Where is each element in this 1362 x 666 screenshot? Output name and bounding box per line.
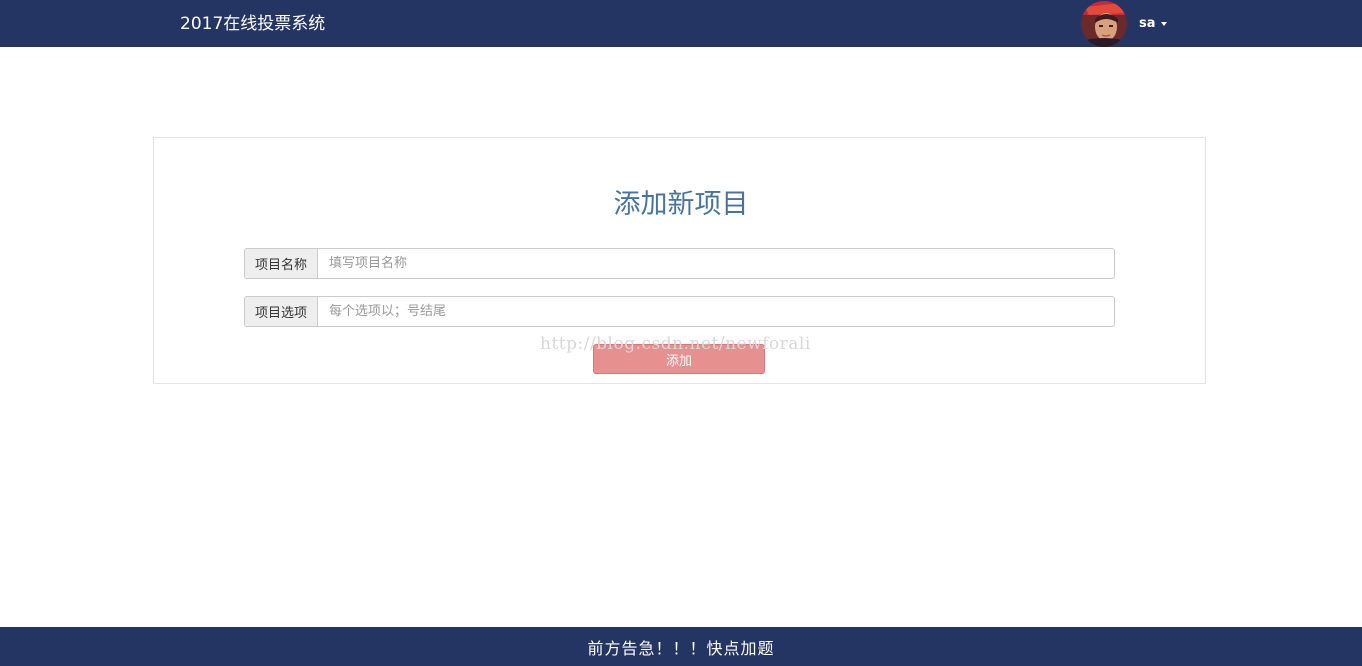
username-label: sa (1139, 16, 1156, 31)
project-options-label: 项目选项 (245, 297, 318, 326)
project-name-label: 项目名称 (245, 249, 318, 278)
project-name-group: 项目名称 (244, 248, 1115, 279)
top-navbar: 2017在线投票系统 sa (0, 0, 1362, 47)
caret-down-icon (1160, 21, 1167, 26)
project-options-input[interactable] (318, 297, 1114, 326)
footer-text: 前方告急！！！快点加题 (587, 638, 775, 658)
project-options-group: 项目选项 (244, 296, 1115, 327)
avatar-image (1081, 0, 1127, 47)
brand-title[interactable]: 2017在线投票系统 (180, 13, 325, 35)
page-title: 添加新项目 (613, 189, 749, 220)
user-avatar[interactable] (1081, 0, 1127, 47)
user-menu-toggle[interactable]: sa (1081, 0, 1167, 47)
footer-bar: 前方告急！！！快点加题 (0, 627, 1362, 666)
project-name-input[interactable] (318, 249, 1114, 278)
add-button[interactable]: 添加 (593, 344, 765, 374)
